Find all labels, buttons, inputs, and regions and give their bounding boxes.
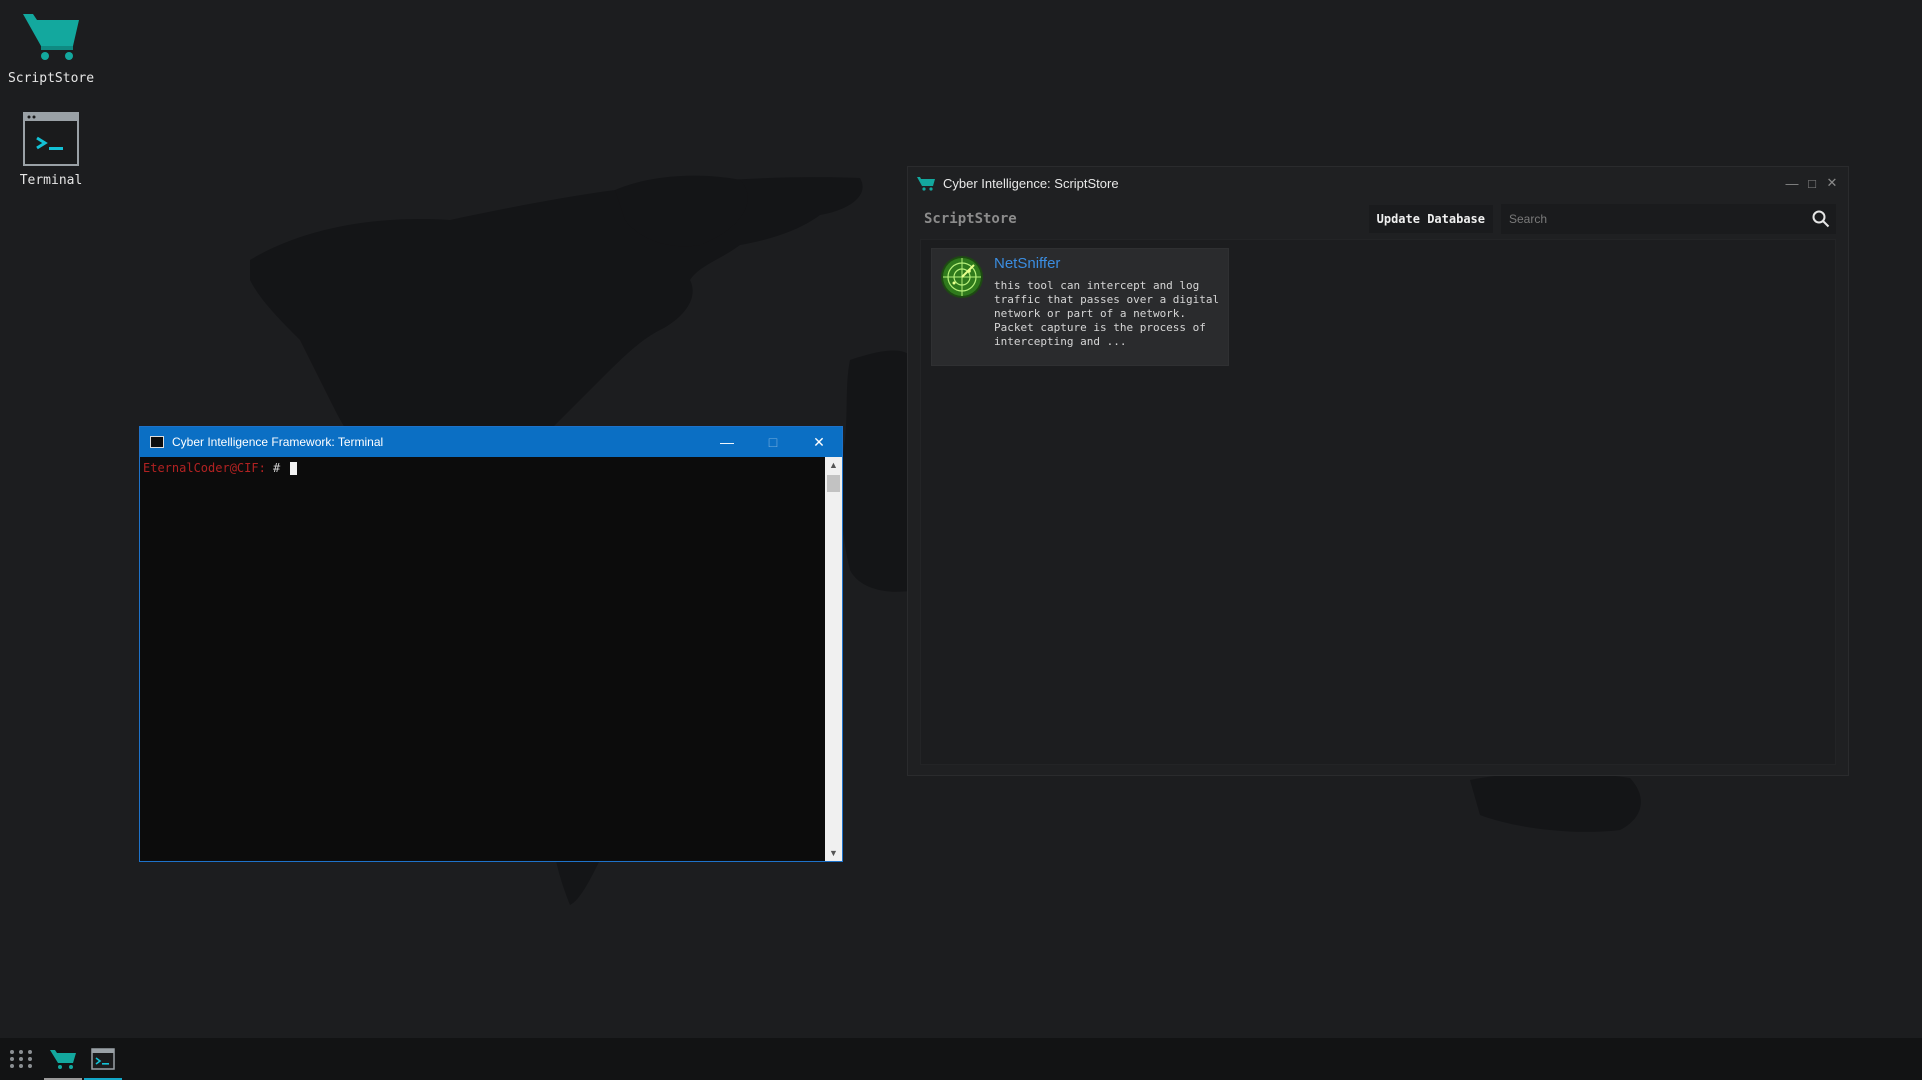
minimize-button[interactable]: — <box>704 427 750 457</box>
script-card-title[interactable]: NetSniffer <box>994 255 1060 272</box>
terminal-window[interactable]: Cyber Intelligence Framework: Terminal —… <box>139 426 843 862</box>
desktop-icon-scriptstore[interactable]: ScriptStore <box>1 8 101 86</box>
radar-icon <box>941 256 983 298</box>
terminal-output[interactable]: EternalCoder@CIF: # <box>140 457 824 861</box>
scroll-up-arrow-icon[interactable]: ▲ <box>825 457 842 473</box>
minimize-button[interactable]: — <box>1782 172 1802 194</box>
scriptstore-brand: ScriptStore <box>924 211 1017 227</box>
terminal-icon <box>23 112 79 166</box>
apps-grid-icon <box>10 1050 32 1068</box>
terminal-titlebar[interactable]: Cyber Intelligence Framework: Terminal —… <box>140 427 842 457</box>
taskbar-scriptstore[interactable] <box>44 1038 82 1080</box>
apps-grid-button[interactable] <box>4 1038 38 1080</box>
maximize-button[interactable]: □ <box>1802 172 1822 194</box>
search-input[interactable] <box>1507 211 1812 227</box>
script-card-description: this tool can intercept and log traffic … <box>994 279 1220 348</box>
desktop-icon-label: Terminal <box>19 173 83 188</box>
update-database-button[interactable]: Update Database <box>1368 205 1493 233</box>
desktop-icon-terminal[interactable]: Terminal <box>1 112 101 188</box>
desktop-icon-label: ScriptStore <box>7 71 95 86</box>
text-cursor <box>289 462 297 475</box>
close-button[interactable]: ✕ <box>1822 172 1842 194</box>
script-list: NetSniffer this tool can intercept and l… <box>920 239 1836 765</box>
prompt-symbol: # <box>265 461 281 475</box>
script-card-netsniffer[interactable]: NetSniffer this tool can intercept and l… <box>931 248 1229 366</box>
scriptstore-titlebar[interactable]: Cyber Intelligence: ScriptStore — □ ✕ <box>908 167 1848 199</box>
prompt-user: EternalCoder@CIF: <box>143 461 266 475</box>
cart-icon <box>23 14 79 60</box>
scriptstore-title: Cyber Intelligence: ScriptStore <box>943 175 1119 191</box>
terminal-small-icon <box>150 436 164 448</box>
search-icon[interactable] <box>1812 210 1830 228</box>
cart-icon <box>50 1050 76 1069</box>
terminal-title: Cyber Intelligence Framework: Terminal <box>172 435 384 449</box>
maximize-button[interactable]: □ <box>750 427 796 457</box>
scroll-down-arrow-icon[interactable]: ▼ <box>825 845 842 861</box>
terminal-scrollbar[interactable]: ▲ ▼ <box>825 457 842 861</box>
search-box[interactable] <box>1501 204 1836 234</box>
scriptstore-header: ScriptStore Update Database <box>920 201 1836 237</box>
terminal-icon <box>91 1048 115 1070</box>
close-button[interactable]: ✕ <box>796 427 842 457</box>
scrollbar-thumb[interactable] <box>827 475 840 492</box>
cart-icon <box>917 177 935 191</box>
taskbar <box>0 1038 1922 1080</box>
taskbar-terminal[interactable] <box>84 1038 122 1080</box>
scriptstore-window[interactable]: Cyber Intelligence: ScriptStore — □ ✕ Sc… <box>907 166 1849 776</box>
